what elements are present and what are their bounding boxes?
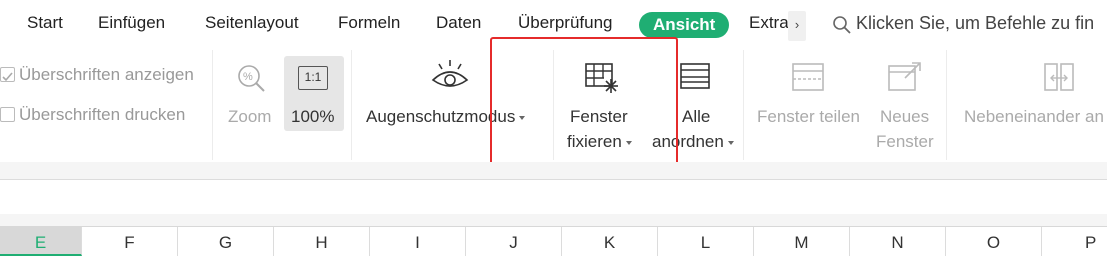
tab-ansicht[interactable]: Ansicht bbox=[639, 12, 730, 38]
tab-einfuegen[interactable]: Einfügen bbox=[98, 13, 165, 33]
chevron-right-icon: › bbox=[794, 17, 800, 32]
eye-protection-text: Augenschutzmodus bbox=[366, 107, 516, 126]
search-placeholder: Klicken Sie, um Befehle zu fin bbox=[856, 13, 1095, 33]
new-window-label-line1: Neues bbox=[880, 107, 930, 126]
zoom-100-icon: 1:1 bbox=[298, 66, 328, 90]
print-headings-label: Überschriften drucken bbox=[19, 105, 186, 124]
more-tabs-button[interactable]: › bbox=[788, 11, 806, 41]
dropdown-caret-icon bbox=[727, 140, 734, 145]
tab-extra[interactable]: Extra bbox=[749, 13, 789, 33]
column-header-P[interactable]: P bbox=[1042, 227, 1107, 256]
tab-ueberpruefung[interactable]: Überprüfung bbox=[518, 13, 613, 33]
freeze-label-line2: fixieren bbox=[567, 132, 632, 152]
ribbon-divider bbox=[212, 50, 213, 160]
new-window-icon bbox=[888, 62, 921, 91]
ribbon-divider bbox=[946, 50, 947, 160]
zoom-label: Zoom bbox=[228, 107, 272, 126]
column-header-G[interactable]: G bbox=[178, 227, 274, 256]
column-header-H[interactable]: H bbox=[274, 227, 370, 256]
column-header-L[interactable]: L bbox=[658, 227, 754, 256]
dropdown-caret-icon bbox=[625, 140, 632, 145]
side-by-side-icon bbox=[1044, 63, 1074, 91]
split-window-label: Fenster teilen bbox=[757, 107, 860, 126]
column-header-I[interactable]: I bbox=[370, 227, 466, 256]
tab-seitenlayout[interactable]: Seitenlayout bbox=[205, 13, 299, 33]
tab-daten[interactable]: Daten bbox=[436, 13, 481, 33]
column-header-K[interactable]: K bbox=[562, 227, 658, 256]
freeze-panes-icon bbox=[585, 63, 618, 93]
zoom-percent-icon: % bbox=[238, 65, 265, 92]
zoom-100-label: 100% bbox=[291, 107, 335, 126]
eye-icon bbox=[431, 60, 469, 87]
column-header-J[interactable]: J bbox=[466, 227, 562, 256]
arrange-label-line1: Alle bbox=[682, 107, 711, 126]
checkbox-checked-icon bbox=[0, 67, 15, 82]
split-window-icon bbox=[792, 63, 824, 91]
tab-formeln[interactable]: Formeln bbox=[338, 13, 400, 33]
dropdown-caret-icon bbox=[519, 115, 526, 120]
freeze-label-line1: Fenster bbox=[570, 107, 628, 126]
ribbon-gap bbox=[0, 162, 1107, 179]
ribbon-divider bbox=[743, 50, 744, 160]
eye-protection-label: Augenschutzmodus bbox=[366, 107, 526, 127]
ribbon-divider bbox=[553, 50, 554, 160]
sheet-gap bbox=[0, 214, 1107, 226]
formula-bar[interactable] bbox=[0, 180, 1107, 214]
arrange-label-text: anordnen bbox=[652, 132, 724, 151]
search-icon bbox=[833, 16, 851, 34]
svg-text:%: % bbox=[243, 71, 253, 83]
column-header-E[interactable]: E bbox=[0, 227, 82, 256]
freeze-label-text: fixieren bbox=[567, 132, 622, 151]
ribbon-divider bbox=[351, 50, 352, 160]
column-header-O[interactable]: O bbox=[946, 227, 1042, 256]
column-header-M[interactable]: M bbox=[754, 227, 850, 256]
column-header-row: E F G H I J K L M N O P bbox=[0, 226, 1107, 256]
new-window-label-line2: Fenster bbox=[876, 132, 934, 151]
column-header-N[interactable]: N bbox=[850, 227, 946, 256]
column-header-F[interactable]: F bbox=[82, 227, 178, 256]
show-headings-label: Überschriften anzeigen bbox=[19, 65, 194, 84]
ribbon: Überschriften anzeigen Überschriften dru… bbox=[0, 50, 1107, 162]
arrange-label-line2: anordnen bbox=[652, 132, 734, 152]
checkbox-unchecked-icon bbox=[0, 107, 15, 122]
tab-start[interactable]: Start bbox=[27, 13, 63, 33]
arrange-windows-icon bbox=[680, 63, 710, 89]
menu-bar: Start Einfügen Seitenlayout Formeln Date… bbox=[0, 0, 1107, 50]
side-by-side-label: Nebeneinander an bbox=[964, 107, 1104, 126]
